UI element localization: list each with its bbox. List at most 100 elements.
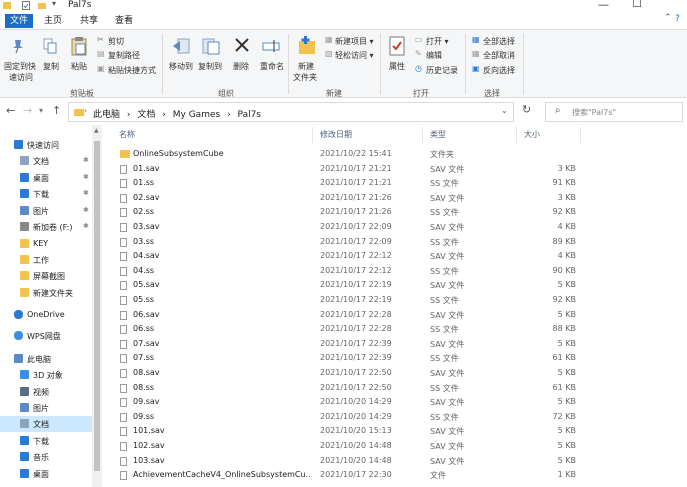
- nav-item[interactable]: KEY: [0, 236, 92, 252]
- search-input[interactable]: ⌕ 搜索"Pal7s": [545, 102, 683, 122]
- column-divider[interactable]: [312, 127, 313, 143]
- file-row[interactable]: 01.ss 2021/10/17 21:21 SS 文件 91 KB: [104, 176, 687, 191]
- paste-button[interactable]: 粘贴: [71, 61, 87, 72]
- select-none-button[interactable]: 全部取消: [483, 50, 515, 61]
- file-row[interactable]: 103.sav 2021/10/20 14:48 SAV 文件 5 KB: [104, 454, 687, 469]
- scrollbar-thumb[interactable]: [94, 141, 100, 471]
- address-bar[interactable]: › 此电脑 › 文档 › My Games › Pal7s ⌄: [68, 102, 514, 122]
- navigation-scrollbar[interactable]: ▲: [92, 125, 102, 487]
- nav-item[interactable]: 快速访问: [0, 137, 92, 153]
- nav-item[interactable]: 新建文件夹: [0, 285, 92, 301]
- breadcrumb-pal7s[interactable]: Pal7s: [238, 110, 261, 120]
- column-header-type[interactable]: 类型: [430, 129, 446, 140]
- delete-button[interactable]: 删除: [233, 61, 249, 72]
- file-row[interactable]: 03.ss 2021/10/17 22:09 SS 文件 89 KB: [104, 235, 687, 250]
- file-row[interactable]: 09.sav 2021/10/20 14:29 SAV 文件 5 KB: [104, 395, 687, 410]
- file-row[interactable]: OnlineSubsystemCube 2021/10/22 15:41 文件夹: [104, 147, 687, 162]
- forward-arrow-icon[interactable]: →: [23, 104, 32, 117]
- file-row[interactable]: 09.ss 2021/10/20 14:29 SS 文件 72 KB: [104, 410, 687, 425]
- refresh-icon[interactable]: ↻: [522, 103, 531, 116]
- nav-item[interactable]: 视频: [0, 384, 92, 400]
- column-divider[interactable]: [516, 127, 517, 143]
- nav-item[interactable]: 3D 对象: [0, 367, 92, 383]
- move-to-button[interactable]: 移动到: [169, 61, 193, 72]
- collapse-ribbon-icon[interactable]: ⌃: [664, 13, 672, 23]
- nav-item[interactable]: 音乐: [0, 449, 92, 465]
- nav-item[interactable]: 图片 ✱: [0, 203, 92, 219]
- file-row[interactable]: 06.ss 2021/10/17 22:28 SS 文件 88 KB: [104, 322, 687, 337]
- breadcrumb-this-pc[interactable]: 此电脑: [93, 110, 120, 120]
- file-row[interactable]: 06.sav 2021/10/17 22:28 SAV 文件 5 KB: [104, 308, 687, 323]
- open-button[interactable]: 打开 ▾: [426, 36, 449, 47]
- file-row[interactable]: 102.sav 2021/10/20 14:48 SAV 文件 5 KB: [104, 439, 687, 454]
- new-folder-quick-icon[interactable]: [38, 1, 46, 10]
- maximize-button[interactable]: ☐: [632, 0, 642, 10]
- chevron-right-icon[interactable]: ›: [127, 110, 131, 120]
- copy-path-button[interactable]: 复制路径: [108, 50, 140, 61]
- edit-button[interactable]: 编辑: [426, 50, 442, 61]
- file-row[interactable]: 07.sav 2021/10/17 22:39 SAV 文件 5 KB: [104, 337, 687, 352]
- new-item-button[interactable]: 新建项目 ▾: [335, 36, 374, 47]
- rename-button[interactable]: 重命名: [260, 61, 284, 72]
- file-row[interactable]: 07.ss 2021/10/17 22:39 SS 文件 61 KB: [104, 351, 687, 366]
- nav-item[interactable]: 图片: [0, 400, 92, 416]
- file-row[interactable]: 04.sav 2021/10/17 22:12 SAV 文件 4 KB: [104, 249, 687, 264]
- file-row[interactable]: AchievementCacheV4_OnlineSubsystemCu... 2…: [104, 468, 687, 483]
- column-header-date[interactable]: 修改日期: [320, 129, 352, 140]
- properties-button[interactable]: 属性: [389, 61, 405, 72]
- nav-item[interactable]: 此电脑: [0, 351, 92, 367]
- column-header-name[interactable]: 名称: [119, 129, 135, 140]
- tab-home[interactable]: 主页: [42, 14, 64, 28]
- nav-item[interactable]: 工作: [0, 252, 92, 268]
- minimize-button[interactable]: —: [598, 0, 609, 11]
- file-row[interactable]: 08.ss 2021/10/17 22:50 SS 文件 61 KB: [104, 381, 687, 396]
- help-button[interactable]: ?: [675, 14, 680, 24]
- tab-file[interactable]: 文件: [5, 14, 33, 28]
- cut-button[interactable]: 剪切: [108, 36, 124, 47]
- chevron-right-icon[interactable]: ›: [227, 110, 231, 120]
- nav-item[interactable]: WPS网盘: [0, 328, 92, 344]
- up-arrow-icon[interactable]: ↑: [52, 104, 61, 117]
- file-row[interactable]: 101.sav 2021/10/20 15:13 SAV 文件 5 KB: [104, 424, 687, 439]
- tab-view[interactable]: 查看: [113, 14, 135, 28]
- column-divider[interactable]: [422, 127, 423, 143]
- nav-item[interactable]: 下载: [0, 433, 92, 449]
- file-row[interactable]: 01.sav 2021/10/17 21:21 SAV 文件 3 KB: [104, 162, 687, 177]
- paste-shortcut-button[interactable]: 粘贴快捷方式: [108, 65, 156, 76]
- nav-item[interactable]: 桌面 ✱: [0, 170, 92, 186]
- breadcrumb-my-games[interactable]: My Games: [173, 110, 220, 120]
- easy-access-button[interactable]: 轻松访问 ▾: [335, 50, 374, 61]
- column-divider[interactable]: [580, 127, 581, 143]
- address-history-dropdown-icon[interactable]: ⌄: [501, 106, 508, 115]
- scroll-up-icon[interactable]: ▲: [94, 127, 99, 134]
- file-row[interactable]: 08.sav 2021/10/17 22:50 SAV 文件 5 KB: [104, 366, 687, 381]
- file-row[interactable]: 05.ss 2021/10/17 22:19 SS 文件 92 KB: [104, 293, 687, 308]
- nav-item[interactable]: 新加卷 (F:) ✱: [0, 219, 92, 235]
- nav-item[interactable]: 文档 ✱: [0, 153, 92, 169]
- copy-to-button[interactable]: 复制到: [198, 61, 222, 72]
- file-row[interactable]: 05.sav 2021/10/17 22:19 SAV 文件 5 KB: [104, 278, 687, 293]
- nav-item[interactable]: 下载 ✱: [0, 186, 92, 202]
- nav-item[interactable]: 桌面: [0, 466, 92, 482]
- invert-selection-button[interactable]: 反向选择: [483, 65, 515, 76]
- recent-locations-icon[interactable]: ▾: [39, 106, 43, 115]
- nav-item[interactable]: 文档: [0, 416, 92, 432]
- nav-item[interactable]: 屏幕截图: [0, 268, 92, 284]
- pin-quick-access-button[interactable]: 固定到快: [4, 61, 36, 72]
- file-row[interactable]: 04.ss 2021/10/17 22:12 SS 文件 90 KB: [104, 264, 687, 279]
- history-button[interactable]: 历史记录: [426, 65, 458, 76]
- nav-item[interactable]: OneDrive: [0, 307, 92, 323]
- column-header-size[interactable]: 大小: [524, 129, 540, 140]
- quick-access-dropdown-icon[interactable]: ▾: [52, 0, 60, 8]
- new-folder-button[interactable]: 新建: [298, 61, 314, 72]
- properties-quick-icon[interactable]: [22, 1, 30, 10]
- file-row[interactable]: 03.sav 2021/10/17 22:09 SAV 文件 4 KB: [104, 220, 687, 235]
- select-all-button[interactable]: 全部选择: [483, 36, 515, 47]
- copy-button[interactable]: 复制: [43, 61, 59, 72]
- breadcrumb-documents[interactable]: 文档: [137, 110, 155, 120]
- file-row[interactable]: 02.ss 2021/10/17 21:26 SS 文件 92 KB: [104, 205, 687, 220]
- tab-share[interactable]: 共享: [78, 14, 100, 28]
- file-row[interactable]: 02.sav 2021/10/17 21:26 SAV 文件 3 KB: [104, 191, 687, 206]
- back-arrow-icon[interactable]: ←: [6, 104, 15, 117]
- chevron-right-icon[interactable]: ›: [162, 110, 166, 120]
